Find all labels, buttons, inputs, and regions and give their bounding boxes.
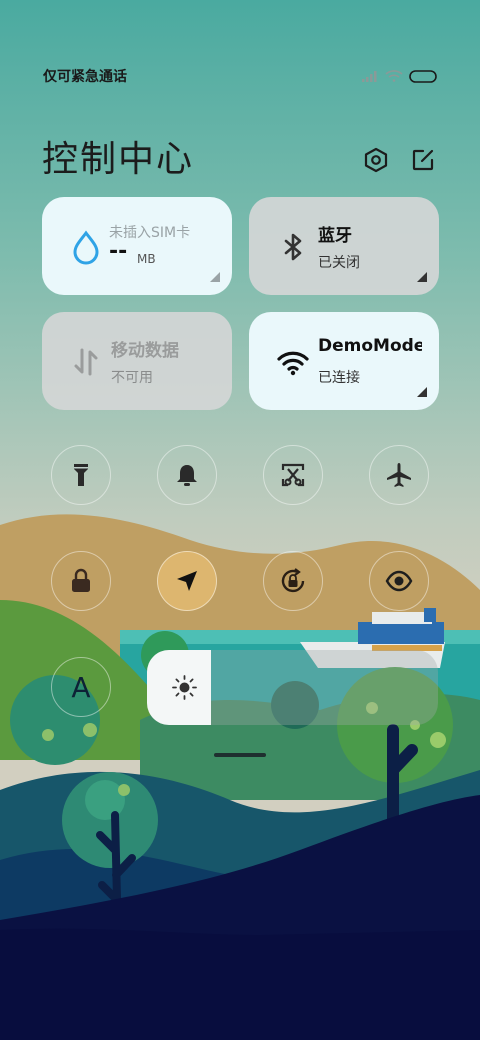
- bluetooth-icon: [284, 233, 302, 261]
- page-title: 控制中心: [42, 139, 195, 180]
- screenshot-toggle[interactable]: [263, 445, 323, 505]
- water-drop-icon: [73, 230, 99, 265]
- edit-button[interactable]: [406, 143, 440, 177]
- expand-corner-icon: [210, 272, 220, 282]
- airplane-icon: [387, 463, 411, 487]
- auto-brightness-toggle[interactable]: A: [51, 657, 111, 717]
- letter-a-icon: A: [71, 670, 91, 704]
- mobile-data-icon: [74, 348, 98, 376]
- settings-icon: [364, 147, 388, 173]
- home-handle[interactable]: [214, 753, 266, 757]
- expand-corner-icon: [417, 387, 427, 397]
- screenshot-icon: [281, 463, 305, 487]
- flashlight-toggle[interactable]: [51, 445, 111, 505]
- silent-mode-toggle[interactable]: [157, 445, 217, 505]
- wifi-network-name: DemoMode: [318, 336, 422, 356]
- bell-icon: [177, 465, 197, 486]
- bluetooth-tile[interactable]: 蓝牙 已关闭: [249, 197, 439, 295]
- settings-button[interactable]: [359, 143, 393, 177]
- mobile-data-tile[interactable]: 移动数据 不可用: [42, 312, 232, 410]
- airplane-mode-toggle[interactable]: [369, 445, 429, 505]
- brightness-slider[interactable]: [147, 650, 438, 725]
- signal-icon: [362, 71, 377, 82]
- lock-icon: [72, 568, 90, 592]
- wifi-icon: [385, 70, 403, 82]
- location-toggle[interactable]: [157, 551, 217, 611]
- bluetooth-label: 蓝牙: [318, 226, 352, 246]
- eye-icon: [385, 570, 413, 592]
- wifi-tile[interactable]: DemoMode 已连接: [249, 312, 439, 410]
- wifi-icon: [277, 351, 309, 376]
- sun-icon: [172, 675, 197, 700]
- data-usage-unit: MB: [137, 252, 156, 266]
- edit-icon: [412, 149, 434, 171]
- battery-icon: [409, 70, 437, 83]
- rotation-lock-toggle[interactable]: [263, 551, 323, 611]
- expand-corner-icon: [417, 272, 427, 282]
- flashlight-icon: [74, 464, 88, 486]
- wifi-status: 已连接: [318, 370, 360, 386]
- lock-screen-toggle[interactable]: [51, 551, 111, 611]
- mobile-data-status: 不可用: [111, 370, 153, 386]
- status-carrier-text: 仅可紧急通话: [43, 69, 127, 85]
- location-arrow-icon: [177, 571, 197, 591]
- data-usage-value: --: [109, 239, 128, 264]
- data-usage-tile[interactable]: 未插入SIM卡 -- MB: [42, 197, 232, 295]
- status-icons: [360, 66, 440, 86]
- mobile-data-label: 移动数据: [111, 341, 179, 361]
- reading-mode-toggle[interactable]: [369, 551, 429, 611]
- bluetooth-status: 已关闭: [318, 255, 360, 271]
- rotation-lock-icon: [281, 568, 305, 593]
